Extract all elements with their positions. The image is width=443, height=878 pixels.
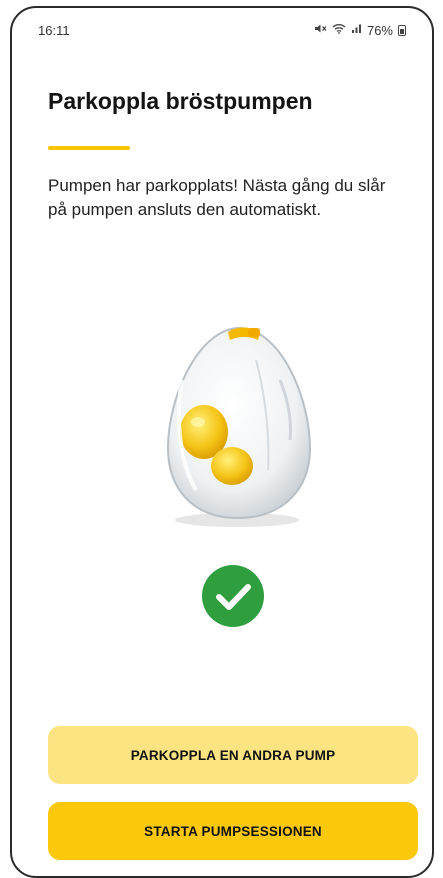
check-circle-icon (202, 565, 264, 627)
status-time: 16:11 (38, 22, 70, 38)
battery-icon (398, 24, 406, 36)
pairing-success-message: Pumpen har parkopplats! Nästa gång du sl… (48, 176, 386, 219)
signal-icon (351, 23, 362, 37)
start-pump-session-button[interactable]: STARTA PUMPSESSIONEN (48, 802, 418, 860)
phone-screen: 16:11 76% Parkoppla bröstpumpen Pumpen h… (10, 6, 434, 878)
status-icons: 76% (314, 23, 406, 38)
breast-pump-image (166, 326, 312, 527)
title-accent-bar (48, 146, 130, 150)
page-title: Parkoppla bröstpumpen (48, 88, 313, 114)
battery-percent: 76% (366, 22, 393, 38)
mute-icon (314, 23, 327, 37)
status-bar: 16:11 76% (12, 8, 432, 52)
wifi-icon (332, 23, 346, 37)
pair-second-pump-button[interactable]: PARKOPPLA EN ANDRA PUMP (48, 726, 418, 784)
